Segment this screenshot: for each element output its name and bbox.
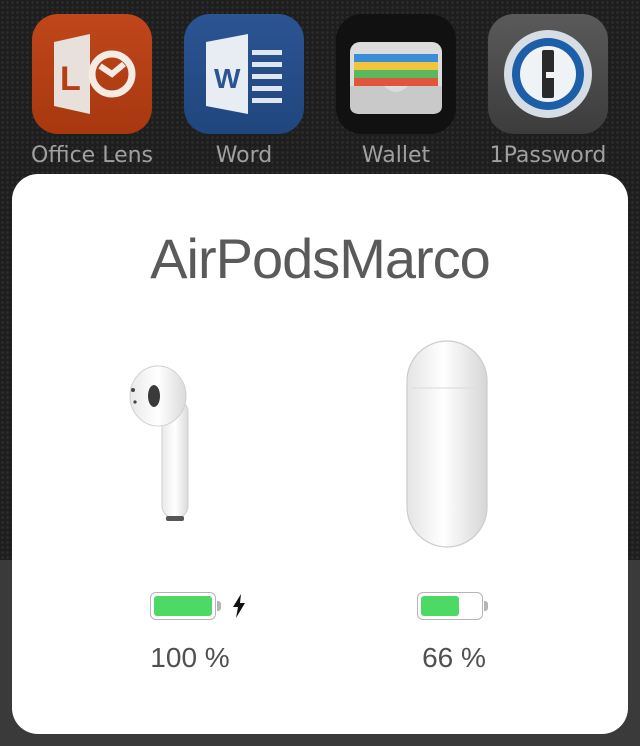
case-battery-label: 66 % (422, 642, 486, 673)
airpods-battery-fill (154, 596, 212, 616)
1password-label: 1Password (489, 143, 607, 168)
office-lens-label: Office Lens (30, 143, 154, 168)
airpods-popup: AirPodsMarco 100 % 66 % (12, 174, 628, 734)
airpod-icon (129, 365, 189, 521)
battery-nub (217, 601, 221, 611)
1password-icon (504, 30, 592, 118)
device-name: AirPodsMarco (150, 227, 491, 290)
word-icon: W (206, 34, 282, 114)
charging-bolt-icon (233, 594, 245, 618)
word-app-icon[interactable]: W (184, 14, 304, 134)
case-battery-fill (421, 596, 460, 616)
svg-text:W: W (214, 63, 241, 94)
battery-nub (484, 601, 488, 611)
word-label: Word (215, 143, 273, 168)
svg-text:L: L (60, 60, 81, 98)
office-lens-app-icon[interactable]: L (32, 14, 152, 134)
airpods-case-icon (406, 340, 488, 548)
case-battery-icon (417, 592, 488, 620)
wallet-app-icon[interactable] (336, 14, 456, 134)
airpods-battery-label: 100 % (150, 642, 230, 673)
wallet-icon (350, 42, 442, 114)
1password-app-icon[interactable] (488, 14, 608, 134)
wallet-label: Wallet (361, 143, 431, 168)
office-lens-icon: L (54, 34, 136, 114)
airpods-battery-icon (150, 592, 221, 620)
